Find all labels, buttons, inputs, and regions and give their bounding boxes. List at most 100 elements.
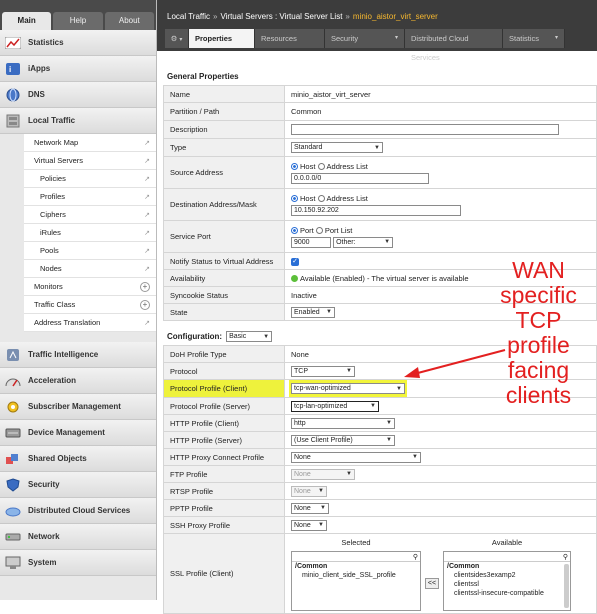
sidebar-item-policies[interactable]: Policies ↗ xyxy=(24,170,156,188)
source-cell: Host Address List 0.0.0.0/0 xyxy=(284,156,597,189)
tab-properties[interactable]: Properties xyxy=(189,29,255,48)
source-address-list-radio[interactable] xyxy=(317,163,325,171)
sidebar-item-virtual-servers[interactable]: Virtual Servers ↗ xyxy=(24,152,156,170)
nav-dns[interactable]: DNS xyxy=(0,82,156,108)
ftp-select[interactable]: None ▼ xyxy=(291,468,355,480)
sidebar-item-profiles[interactable]: Profiles ↗ xyxy=(24,188,156,206)
destination-address-input[interactable]: 10.150.92.202 xyxy=(291,204,461,216)
type-cell: Standard ▼ xyxy=(284,138,597,157)
type-label: Type xyxy=(163,138,285,157)
type-select[interactable]: Standard ▼ xyxy=(291,142,383,153)
tab-security[interactable]: Security ▾ xyxy=(325,29,405,48)
nav-statistics[interactable]: Statistics xyxy=(0,30,156,56)
nav-iapps[interactable]: i iApps xyxy=(0,56,156,82)
settings-menu-button[interactable]: ⚙ ▾ xyxy=(165,29,189,48)
list-item[interactable]: clientssl xyxy=(444,580,570,589)
move-left-button[interactable]: << xyxy=(425,578,439,589)
nav-system[interactable]: System xyxy=(0,550,156,576)
ssh-proxy-select[interactable]: None ▼ xyxy=(291,519,327,531)
sidebar-item-nodes[interactable]: Nodes ↗ xyxy=(24,260,156,278)
notify-checkbox[interactable]: ✓ xyxy=(291,257,299,266)
pptp-select[interactable]: None ▼ xyxy=(291,502,329,514)
http-client-label: HTTP Profile (Client) xyxy=(163,414,285,432)
service-port-select[interactable]: Other: ▼ xyxy=(333,236,394,248)
list-item[interactable]: clientsides3examp2 xyxy=(444,571,570,580)
nav-distributed-cloud[interactable]: Distributed Cloud Services xyxy=(0,498,156,524)
sidebar-item-address-translation[interactable]: Address Translation ↗ xyxy=(24,314,156,332)
add-icon[interactable]: + xyxy=(140,281,150,292)
ssh-proxy-label: SSH Proxy Profile xyxy=(163,516,285,534)
tab-help[interactable]: Help xyxy=(53,12,103,30)
nav-subscriber-management[interactable]: Subscriber Management xyxy=(0,394,156,420)
protocol-profile-server-select[interactable]: tcp-lan-optimized ▼ xyxy=(291,400,379,412)
list-item: /Common xyxy=(447,563,480,570)
acceleration-icon xyxy=(4,373,22,389)
scrollbar[interactable] xyxy=(564,564,569,608)
ssl-selected-list[interactable]: ⚲ /Common minio_client_side_SSL_profile xyxy=(291,551,421,611)
row-pptp: PPTP Profile None ▼ xyxy=(163,499,597,517)
annotation-text: WAN specific TCP profile facing clients xyxy=(486,258,591,408)
nav-acceleration[interactable]: Acceleration xyxy=(0,368,156,394)
nav-device-management[interactable]: Device Management xyxy=(0,420,156,446)
annotation-line: clients xyxy=(505,382,572,408)
nav-traffic-intelligence[interactable]: Traffic Intelligence xyxy=(0,342,156,368)
sidebar-item-pools[interactable]: Pools ↗ xyxy=(24,242,156,260)
service-port-input[interactable]: 9000 xyxy=(291,236,331,248)
http-server-select[interactable]: (Use Client Profile) ▼ xyxy=(291,434,395,446)
tab-distributed-cloud[interactable]: Distributed Cloud Services xyxy=(405,29,503,62)
nav-traffic-intelligence-label: Traffic Intelligence xyxy=(28,350,99,359)
nav-network-label: Network xyxy=(28,532,60,541)
partition-value: Common xyxy=(284,102,597,121)
list-item[interactable]: minio_client_side_SSL_profile xyxy=(292,571,420,580)
chevron-down-icon: ▾ xyxy=(179,37,183,43)
nav-local-traffic[interactable]: Local Traffic xyxy=(0,108,156,134)
port-radio-label: Port xyxy=(300,225,314,235)
http-proxy-select[interactable]: None ▼ xyxy=(291,451,421,463)
svg-text:i: i xyxy=(9,65,11,74)
ssl-available-list[interactable]: ⚲ /Common clientsides3examp2 clientssl c… xyxy=(443,551,571,611)
gear-icon: ⚙ xyxy=(170,34,178,43)
source-host-radio[interactable] xyxy=(291,163,298,171)
sidebar-item-monitors[interactable]: Monitors + xyxy=(24,278,156,296)
configuration-mode-select[interactable]: Basic ▼ xyxy=(226,331,273,342)
protocol-select[interactable]: TCP ▼ xyxy=(291,365,355,377)
port-radio[interactable] xyxy=(291,227,298,235)
sidebar-item-ciphers[interactable]: Ciphers ↗ xyxy=(24,206,156,224)
description-input[interactable] xyxy=(291,124,559,135)
sidebar-item-network-map[interactable]: Network Map ↗ xyxy=(24,134,156,152)
tab-resources[interactable]: Resources xyxy=(255,29,325,48)
annotation-line: profile xyxy=(507,332,570,358)
nav-security[interactable]: Security xyxy=(0,472,156,498)
http-server-value: (Use Client Profile) xyxy=(294,436,353,444)
tab-main[interactable]: Main xyxy=(2,12,52,30)
nav-shared-objects[interactable]: Shared Objects xyxy=(0,446,156,472)
port-list-radio[interactable] xyxy=(315,227,323,235)
general-properties-title: General Properties xyxy=(167,72,239,81)
breadcrumb-virtual-servers[interactable]: Virtual Servers : Virtual Server List xyxy=(220,12,342,29)
state-select[interactable]: Enabled ▼ xyxy=(291,306,335,318)
list-item[interactable]: clientssl-insecure-compatible xyxy=(444,589,570,598)
protocol-profile-client-select[interactable]: tcp-wan-optimized ▼ xyxy=(291,383,405,394)
destination-host-radio[interactable] xyxy=(291,195,298,203)
arrow-icon: ↗ xyxy=(144,211,150,219)
breadcrumb-local-traffic[interactable]: Local Traffic xyxy=(167,12,210,29)
network-icon xyxy=(4,529,22,545)
http-client-select[interactable]: http ▼ xyxy=(291,417,395,429)
add-icon[interactable]: + xyxy=(140,299,150,310)
breadcrumb-separator: » xyxy=(345,12,350,21)
row-http-client: HTTP Profile (Client) http ▼ xyxy=(163,414,597,432)
nav-network[interactable]: Network xyxy=(0,524,156,550)
tab-about[interactable]: About xyxy=(104,12,154,30)
service-port-cell: Port Port List 9000 Other: ▼ xyxy=(284,220,597,253)
tab-statistics[interactable]: Statistics ▾ xyxy=(503,29,565,48)
source-address-input[interactable]: 0.0.0.0/0 xyxy=(291,172,429,184)
chevron-down-icon: ▼ xyxy=(386,420,392,426)
selected-search-bar[interactable]: ⚲ xyxy=(292,552,420,562)
destination-address-list-radio[interactable] xyxy=(317,195,325,203)
rtsp-select[interactable]: None ▼ xyxy=(291,485,327,497)
ssl-client-label: SSL Profile (Client) xyxy=(163,533,285,614)
row-ssl-client: SSL Profile (Client) Selected ⚲ /Common … xyxy=(163,533,597,614)
available-search-bar[interactable]: ⚲ xyxy=(444,552,570,562)
sidebar-item-traffic-class[interactable]: Traffic Class + xyxy=(24,296,156,314)
sidebar-item-irules[interactable]: iRules ↗ xyxy=(24,224,156,242)
